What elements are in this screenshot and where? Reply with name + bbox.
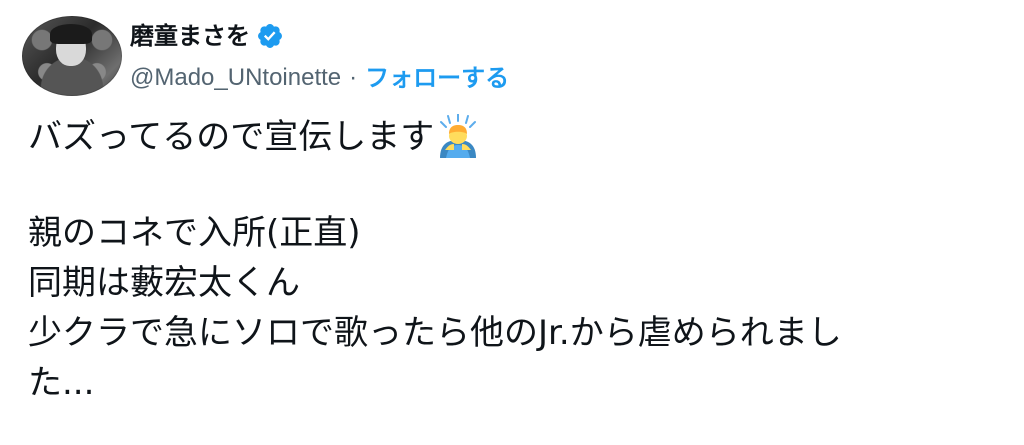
- follow-button[interactable]: フォローする: [365, 66, 509, 90]
- separator-dot: ·: [349, 64, 358, 91]
- person-bowing-emoji-icon: [436, 113, 480, 158]
- author-handle[interactable]: @Mado_UNtoinette: [130, 66, 341, 90]
- tweet-line: 親のコネで入所(正直): [28, 213, 361, 253]
- verified-badge-icon: [256, 22, 284, 50]
- tweet-line: た...: [28, 363, 95, 403]
- author-display-name[interactable]: 磨童まさを: [130, 24, 250, 48]
- handle-row: @Mado_UNtoinette · フォローする: [130, 64, 509, 91]
- avatar[interactable]: [22, 16, 122, 96]
- tweet-header: 磨童まさを @Mado_UNtoinette · フォローする: [22, 10, 509, 102]
- tweet-text: バズってるので宣伝します 親のコネで入所(正直) 同期は藪宏太くん 少クラで急に…: [28, 112, 998, 408]
- name-row: 磨童まさを: [130, 22, 509, 50]
- tweet-line: 同期は藪宏太くん: [28, 263, 300, 303]
- tweet-line-text: バズってるので宣伝します: [28, 117, 435, 157]
- tweet-line: バズってるので宣伝します: [28, 112, 998, 162]
- tweet-line: 少クラで急にソロで歌ったら他のJr.から虐められまし: [28, 313, 842, 353]
- author-identity: 磨童まさを @Mado_UNtoinette · フォローする: [130, 22, 509, 90]
